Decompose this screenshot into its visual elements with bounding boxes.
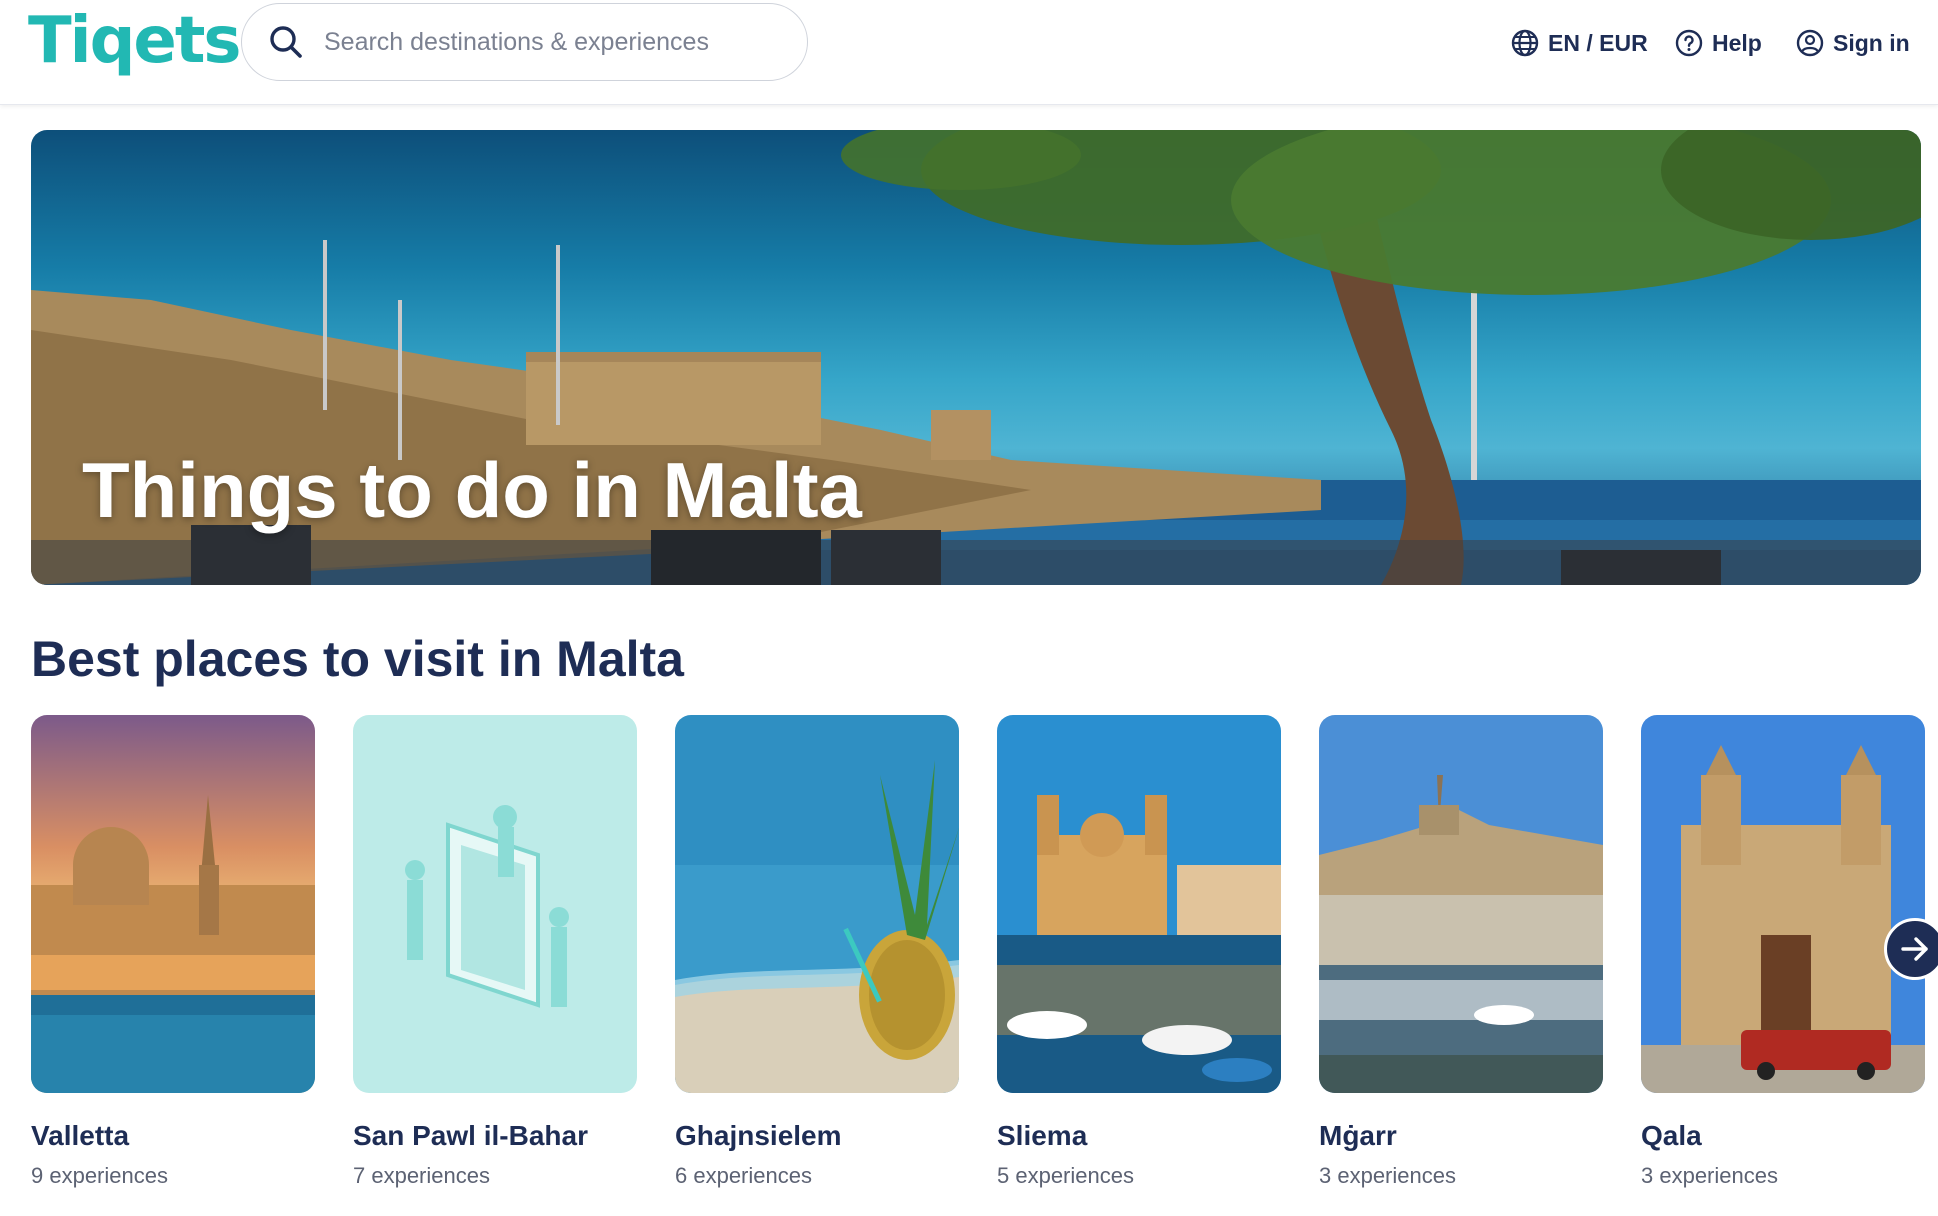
place-image (675, 715, 959, 1093)
search-bar[interactable] (241, 3, 808, 81)
help-icon (1675, 29, 1703, 57)
language-currency-selector[interactable]: EN / EUR (1510, 25, 1648, 61)
place-card-sliema[interactable]: Sliema 5 experiences (997, 715, 1281, 1189)
place-name: San Pawl il-Bahar (353, 1120, 588, 1151)
help-label: Help (1712, 29, 1762, 56)
place-image (1319, 715, 1603, 1093)
place-name: Valletta (31, 1120, 130, 1151)
place-count: 5 experiences (997, 1163, 1134, 1188)
search-icon (270, 26, 302, 58)
place-name: Sliema (997, 1120, 1088, 1151)
place-count: 9 experiences (31, 1163, 168, 1188)
place-card-san-pawl-il-bahar[interactable]: San Pawl il-Bahar 7 experiences (353, 715, 637, 1189)
place-name: Ghajnsielem (675, 1120, 842, 1151)
language-currency-label: EN / EUR (1548, 29, 1648, 56)
user-icon (1796, 29, 1824, 57)
tiqets-logo[interactable]: Tiqets (28, 4, 241, 78)
place-name: Mġarr (1319, 1120, 1397, 1151)
carousel-next-button[interactable] (1884, 918, 1938, 980)
place-card-valletta[interactable]: Valletta 9 experiences (31, 715, 315, 1189)
sign-in-label: Sign in (1833, 29, 1910, 56)
place-image-placeholder (353, 715, 637, 1093)
arrow-right-icon (1901, 937, 1928, 961)
globe-icon (1511, 29, 1539, 57)
place-name: Qala (1641, 1120, 1702, 1151)
place-card-ghajnsielem[interactable]: Ghajnsielem 6 experiences (675, 715, 959, 1189)
place-count: 7 experiences (353, 1163, 490, 1188)
hero-banner: Things to do in Malta (31, 130, 1921, 585)
place-card-qala[interactable]: Qala 3 experiences (1641, 715, 1925, 1189)
place-image (1641, 715, 1925, 1093)
section-title: Best places to visit in Malta (31, 631, 684, 687)
place-count: 3 experiences (1641, 1163, 1778, 1188)
search-input[interactable] (324, 27, 784, 57)
sign-in-link[interactable]: Sign in (1795, 25, 1910, 61)
place-image (997, 715, 1281, 1093)
place-count: 6 experiences (675, 1163, 812, 1188)
place-image (31, 715, 315, 1093)
help-link[interactable]: Help (1674, 25, 1762, 61)
place-card-mgarr[interactable]: Mġarr 3 experiences (1319, 715, 1603, 1189)
site-header: Tiqets EN / EUR Help Sign i (0, 0, 1938, 105)
hero-title: Things to do in Malta (82, 446, 862, 534)
place-count: 3 experiences (1319, 1163, 1456, 1188)
